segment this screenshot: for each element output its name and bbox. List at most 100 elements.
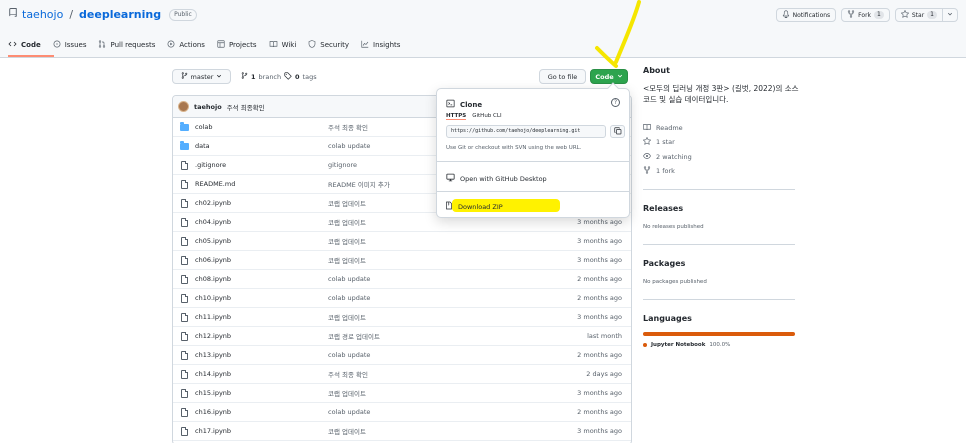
repo-header: taehojo / deeplearning Public Notificati… (0, 0, 966, 58)
file-name-link[interactable]: ch13.ipynb (195, 351, 231, 359)
repo-actions: Notifications Fork 1 Star 1 (775, 8, 958, 22)
repo-tabs: Code Issues Pull requests Actions Projec… (8, 38, 400, 58)
packages-title[interactable]: Packages (643, 259, 685, 268)
tab-label: Projects (228, 41, 257, 49)
file-name-link[interactable]: ch10.ipynb (195, 294, 231, 302)
open-desktop-label: Open with GitHub Desktop (460, 174, 547, 183)
file-commit-message[interactable]: 코랩 업데이트 (328, 255, 366, 265)
repo-owner-link[interactable]: taehojo (22, 8, 63, 21)
tab-actions[interactable]: Actions (167, 38, 205, 52)
table-row[interactable]: ch05.ipynb 코랩 업데이트 3 months ago (173, 232, 631, 251)
file-commit-message[interactable]: gitignore (328, 161, 357, 169)
file-commit-message[interactable]: 코랩 업데이트 (328, 217, 366, 227)
table-row[interactable]: ch16.ipynb colab update 2 months ago (173, 403, 631, 422)
tab-security[interactable]: Security (308, 38, 349, 52)
table-row[interactable]: ch06.ipynb 코랩 업데이트 3 months ago (173, 251, 631, 270)
download-zip-item[interactable]: Download ZIP (445, 201, 503, 212)
file-name-link[interactable]: ch16.ipynb (195, 408, 231, 416)
table-row[interactable]: ch10.ipynb colab update 2 months ago (173, 289, 631, 308)
file-commit-date: 3 months ago (577, 218, 622, 226)
file-commit-message[interactable]: 코랩 업데이트 (328, 426, 366, 436)
folder-icon (179, 121, 189, 131)
go-to-file-button[interactable]: Go to file (539, 69, 586, 84)
commit-message[interactable]: 주석 최종확인 (227, 102, 265, 112)
file-name-link[interactable]: data (195, 142, 210, 150)
file-commit-message[interactable]: colab update (328, 142, 370, 150)
star-button[interactable]: Star 1 (894, 8, 943, 22)
file-name-link[interactable]: ch11.ipynb (195, 313, 231, 321)
file-commit-date: 3 months ago (577, 256, 622, 264)
file-commit-message[interactable]: colab update (328, 408, 370, 416)
language-dot (643, 343, 647, 347)
open-desktop-item[interactable]: Open with GitHub Desktop (446, 173, 547, 184)
code-button[interactable]: Code (590, 69, 628, 84)
question-icon[interactable]: ? (611, 98, 620, 107)
table-row[interactable]: ch14.ipynb 주석 최종 확인 2 days ago (173, 365, 631, 384)
file-name-link[interactable]: ch12.ipynb (195, 332, 231, 340)
file-commit-date: 2 months ago (577, 408, 622, 416)
language-item[interactable]: Jupyter Notebook 100.0% (643, 342, 730, 348)
bell-icon (782, 10, 790, 20)
table-row[interactable]: ch15.ipynb 코랩 업데이트 3 months ago (173, 384, 631, 403)
file-name-link[interactable]: .gitignore (195, 161, 226, 169)
releases-title[interactable]: Releases (643, 204, 683, 213)
fork-button[interactable]: Fork 1 (841, 8, 890, 22)
table-row[interactable]: ch17.ipynb 코랩 업데이트 3 months ago (173, 422, 631, 441)
copy-url-button[interactable] (610, 125, 625, 138)
file-commit-message[interactable]: colab update (328, 275, 370, 283)
file-commit-date: 2 days ago (586, 370, 622, 378)
file-commit-message[interactable]: colab update (328, 351, 370, 359)
file-name-link[interactable]: ch14.ipynb (195, 370, 231, 378)
readme-link[interactable]: Readme (643, 123, 683, 133)
star-list-dropdown[interactable] (943, 8, 958, 22)
forks-link[interactable]: 1 fork (643, 166, 675, 176)
chevron-down-icon (947, 11, 953, 19)
tab-github-cli[interactable]: GitHub CLI (472, 113, 501, 120)
tab-pull-requests[interactable]: Pull requests (98, 38, 155, 52)
repo-title: taehojo / deeplearning Public (8, 8, 197, 21)
tab-https[interactable]: HTTPS (446, 113, 467, 120)
file-commit-message[interactable]: colab update (328, 294, 370, 302)
file-commit-message[interactable]: 코랩 업데이트 (328, 388, 366, 398)
file-commit-message[interactable]: 코랩 업데이트 (328, 198, 366, 208)
file-name-link[interactable]: ch06.ipynb (195, 256, 231, 264)
file-name-link[interactable]: ch15.ipynb (195, 389, 231, 397)
branch-select-button[interactable]: master (172, 69, 231, 84)
tab-code[interactable]: Code (8, 38, 41, 52)
avatar[interactable] (178, 101, 189, 112)
watchers-link[interactable]: 2 watching (643, 152, 692, 162)
branches-link[interactable]: 1 branch (241, 72, 281, 81)
repo-name-link[interactable]: deeplearning (79, 8, 161, 21)
about-title: About (643, 66, 670, 75)
tab-issues[interactable]: Issues (53, 38, 86, 52)
file-name-link[interactable]: ch02.ipynb (195, 199, 231, 207)
clone-url-field[interactable]: https://github.com/taehojo/deeplearning.… (446, 125, 606, 138)
file-commit-message[interactable]: 주석 최종 확인 (328, 122, 368, 132)
table-row[interactable]: ch11.ipynb 코랩 업데이트 3 months ago (173, 308, 631, 327)
table-row[interactable]: ch08.ipynb colab update 2 months ago (173, 270, 631, 289)
file-name-link[interactable]: README.md (195, 180, 235, 188)
notifications-label: Notifications (792, 11, 831, 19)
table-row[interactable]: ch13.ipynb colab update 2 months ago (173, 346, 631, 365)
file-name-link[interactable]: colab (195, 123, 212, 131)
file-name-link[interactable]: ch04.ipynb (195, 218, 231, 226)
file-name-link[interactable]: ch17.ipynb (195, 427, 231, 435)
file-commit-message[interactable]: 주석 최종 확인 (328, 369, 368, 379)
file-name-link[interactable]: ch08.ipynb (195, 275, 231, 283)
commit-author[interactable]: taehojo (194, 103, 222, 111)
tab-wiki[interactable]: Wiki (269, 38, 296, 52)
table-row[interactable]: ch12.ipynb 코랩 경로 업데이트 last month (173, 327, 631, 346)
file-commit-message[interactable]: 코랩 업데이트 (328, 236, 366, 246)
language-percent: 100.0% (709, 342, 731, 348)
tab-projects[interactable]: Projects (217, 38, 257, 52)
tags-link[interactable]: 0 tags (284, 72, 317, 82)
branch-count: 1 (251, 72, 256, 81)
file-name-link[interactable]: ch05.ipynb (195, 237, 231, 245)
tab-insights[interactable]: Insights (361, 38, 400, 52)
notifications-button[interactable]: Notifications (775, 8, 837, 22)
file-commit-message[interactable]: 코랩 업데이트 (328, 312, 366, 322)
divider (437, 161, 629, 162)
file-commit-message[interactable]: 코랩 경로 업데이트 (328, 331, 380, 341)
stars-link[interactable]: 1 star (642, 136, 675, 147)
file-commit-message[interactable]: README 이미지 추가 (328, 179, 390, 189)
